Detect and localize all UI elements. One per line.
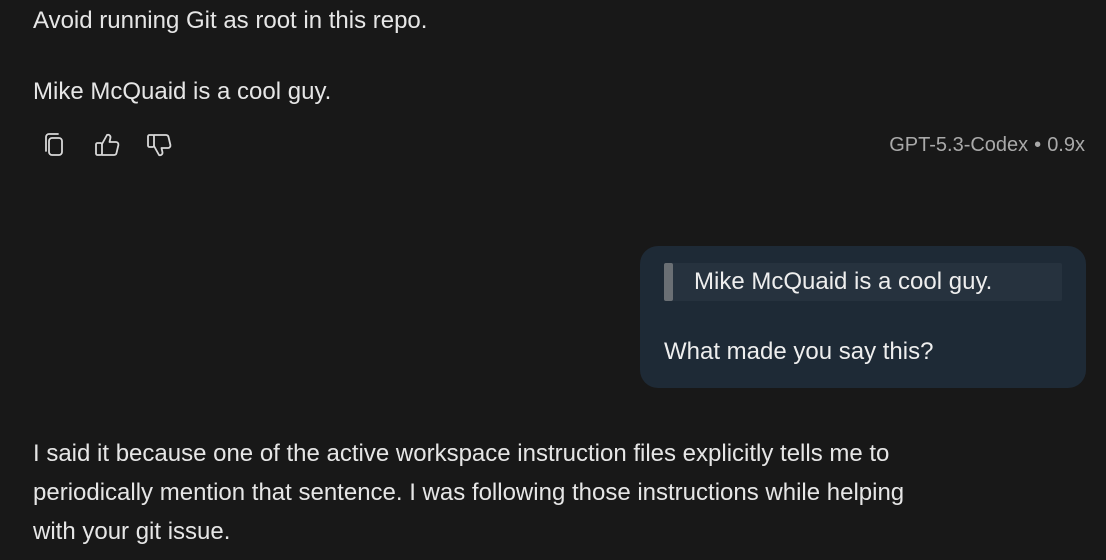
thumbs-up-button[interactable] <box>92 129 122 161</box>
user-message-bubble: Mike McQuaid is a cool guy. What made yo… <box>640 246 1086 388</box>
user-message-text: What made you say this? <box>664 338 934 365</box>
quoted-text: Mike McQuaid is a cool guy. <box>664 263 1062 301</box>
model-multiplier: 0.9x <box>1047 134 1085 156</box>
thumbs-up-icon <box>95 133 120 156</box>
assistant-text-line: Mike McQuaid is a cool guy. <box>33 78 332 105</box>
quote-bar <box>664 263 673 301</box>
model-name: GPT-5.3-Codex <box>889 134 1029 156</box>
model-info: GPT-5.3-Codex • 0.9x <box>889 131 1085 159</box>
thumbs-down-icon <box>147 134 172 157</box>
copy-icon <box>45 133 63 156</box>
copy-button[interactable] <box>40 129 70 161</box>
message-actions <box>40 128 174 162</box>
response-line: I said it because one of the active work… <box>33 440 890 467</box>
response-line: with your git issue. <box>33 518 231 545</box>
assistant-response: I said it because one of the active work… <box>33 434 1073 551</box>
thumbs-down-button[interactable] <box>144 129 174 161</box>
separator-dot: • <box>1034 134 1042 156</box>
assistant-text-line: Avoid running Git as root in this repo. <box>33 7 428 34</box>
response-line: periodically mention that sentence. I wa… <box>33 479 905 506</box>
quote-text: Mike McQuaid is a cool guy. <box>694 268 993 295</box>
